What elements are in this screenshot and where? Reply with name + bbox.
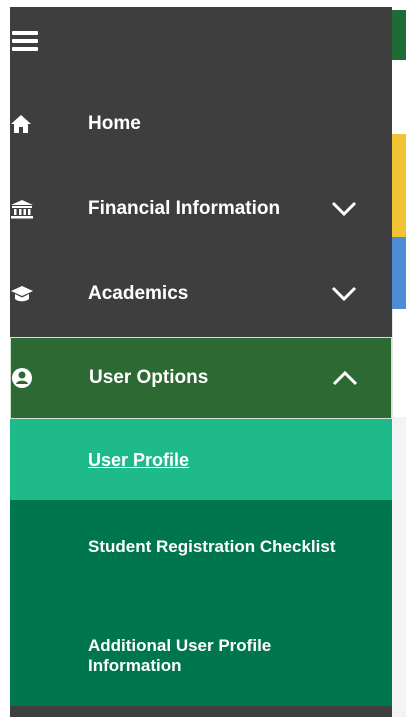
chevron-down-icon[interactable] <box>330 200 358 218</box>
background-content-strip-2 <box>392 309 406 417</box>
sidebar-nav: Home Financial Information Academics Use… <box>10 7 392 717</box>
sidebar-item-user-options[interactable]: User Options <box>10 337 392 419</box>
background-content-strip-3 <box>392 417 406 717</box>
sidebar-item-label: User Options <box>89 367 209 388</box>
submenu-item-additional-user-profile-information[interactable]: Additional User Profile Information <box>10 636 392 676</box>
user-circle-icon <box>11 367 37 389</box>
sidebar-item-label: Financial Information <box>88 198 281 219</box>
sidebar-item-label: Academics <box>88 283 189 304</box>
home-icon <box>10 113 36 135</box>
sidebar-item-home[interactable]: Home <box>10 81 392 167</box>
sidebar-item-financial-information[interactable]: Financial Information <box>10 166 392 252</box>
hamburger-menu-icon[interactable] <box>12 31 38 53</box>
bank-icon <box>10 198 36 220</box>
submenu-item-label: Student Registration Checklist <box>88 537 336 556</box>
submenu-item-student-registration-checklist[interactable]: Student Registration Checklist <box>10 537 392 557</box>
background-blue-card-strip <box>392 237 406 309</box>
submenu-item-label: Additional User Profile Information <box>88 636 272 675</box>
background-content-strip <box>392 60 406 134</box>
graduation-cap-icon <box>10 283 36 305</box>
chevron-down-icon[interactable] <box>330 285 358 303</box>
sidebar-item-label: Home <box>88 113 141 134</box>
user-options-submenu: User Profile Student Registration Checkl… <box>10 419 392 706</box>
sidebar-item-academics[interactable]: Academics <box>10 251 392 337</box>
page: Home Financial Information Academics Use… <box>0 0 406 717</box>
background-yellow-card-strip <box>392 134 406 237</box>
submenu-item-label: User Profile <box>88 449 190 470</box>
chevron-up-icon[interactable] <box>331 369 359 387</box>
background-header-strip <box>392 10 406 60</box>
submenu-item-user-profile[interactable]: User Profile <box>10 419 392 500</box>
